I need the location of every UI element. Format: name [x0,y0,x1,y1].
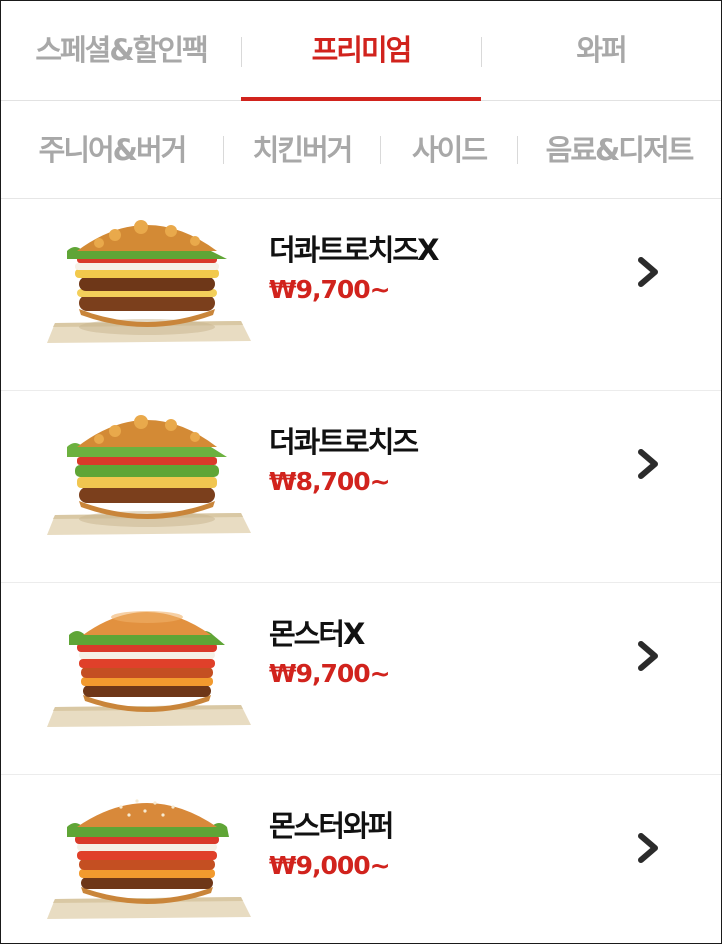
tab-divider [481,37,482,67]
sub-tab-label: 음료&디저트 [545,132,695,167]
burger-image [47,220,251,343]
sub-category-bar: 주니어&버거 치킨버거 사이드 음료&디저트 [1,101,721,199]
app-screen: 스페셜&할인팩 프리미엄 와퍼 주니어&버거 치킨버거 사이드 음료&디저트 더… [0,0,722,944]
product-price: ₩9,700~ [269,275,391,304]
product-name: 몬스터와퍼 [269,809,394,843]
sub-tab-label: 주니어&버거 [38,132,188,167]
sub-tab-label: 사이드 [411,132,488,167]
product-name: 더콰트로치즈 [269,425,419,459]
burger-image [47,415,251,535]
sub-tab-label: 치킨버거 [252,132,354,167]
tab-label: 프리미엄 [311,32,413,67]
tab-special-discount[interactable]: 스페셜&할인팩 [1,1,241,100]
chevron-right-icon [638,833,658,863]
burger-image [47,611,251,727]
product-name: 더콰트로치즈X [269,233,439,267]
product-item[interactable]: 더콰트로치즈 ₩8,700~ [1,391,721,583]
product-price: ₩8,700~ [269,467,391,496]
tab-divider [241,37,242,67]
sub-tab-side[interactable]: 사이드 [381,101,517,198]
product-item[interactable]: 더콰트로치즈X ₩9,700~ [1,199,721,391]
product-name: 몬스터X [269,617,365,651]
chevron-right-icon [638,449,658,479]
chevron-right-icon [638,257,658,287]
tab-label: 와퍼 [576,32,627,67]
product-list: 더콰트로치즈X ₩9,700~ 더콰트로치즈 ₩8,700~ 몬스터X ₩9,7… [1,199,721,943]
sub-tab-junior-burger[interactable]: 주니어&버거 [1,101,223,198]
product-item[interactable]: 몬스터X ₩9,700~ [1,583,721,775]
chevron-right-icon [638,641,658,671]
product-item[interactable]: 몬스터와퍼 ₩9,000~ [1,775,721,943]
tab-label: 스페셜&할인팩 [35,32,208,67]
product-price: ₩9,000~ [269,851,391,880]
top-tab-bar: 스페셜&할인팩 프리미엄 와퍼 [1,1,721,101]
tab-whopper[interactable]: 와퍼 [481,1,721,100]
product-price: ₩9,700~ [269,659,391,688]
sub-tab-chicken-burger[interactable]: 치킨버거 [224,101,380,198]
tab-premium[interactable]: 프리미엄 [241,1,481,101]
sub-tab-drinks-dessert[interactable]: 음료&디저트 [518,101,720,198]
burger-image [47,799,251,919]
